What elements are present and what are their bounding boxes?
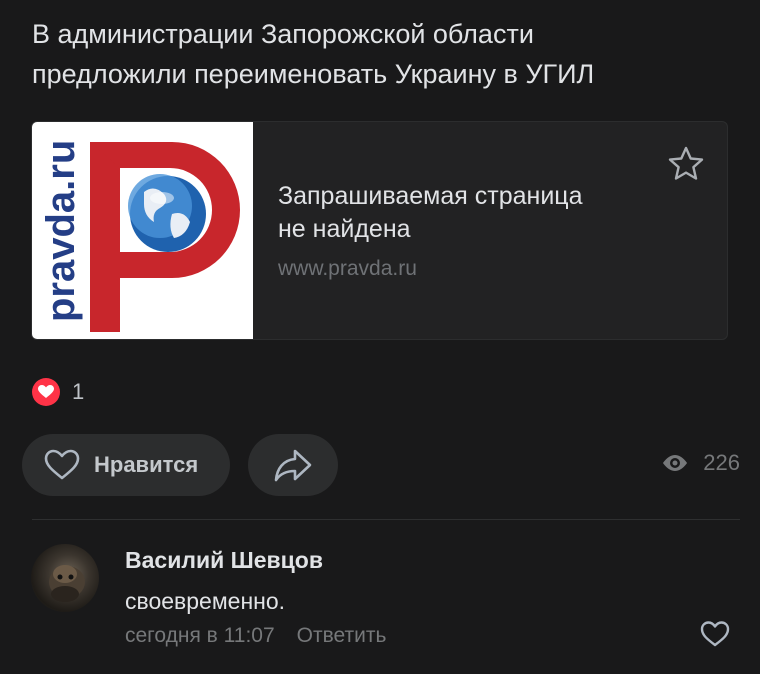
views-count: 226 xyxy=(703,450,740,475)
comment-author[interactable]: Василий Шевцов xyxy=(125,547,323,574)
eye-icon xyxy=(663,455,688,471)
post-text: В администрации Запорожской области пред… xyxy=(32,19,595,89)
views-counter: 226 xyxy=(661,450,740,476)
reply-button[interactable]: Ответить xyxy=(297,624,387,648)
comment-meta: сегодня в 11:07 Ответить xyxy=(125,624,386,648)
share-button[interactable] xyxy=(248,434,338,496)
heart-reaction-icon xyxy=(32,378,60,406)
logo-text: pravda.ru xyxy=(39,140,83,322)
avatar[interactable] xyxy=(31,544,99,612)
share-arrow-icon xyxy=(274,449,312,482)
star-icon[interactable] xyxy=(666,144,706,184)
pravda-logo: pravda.ru xyxy=(32,122,253,339)
divider xyxy=(32,519,740,520)
snippet-title[interactable]: Запрашиваемая страница не найдена xyxy=(278,180,658,246)
reactions-summary[interactable]: 1 xyxy=(32,378,84,406)
reaction-count: 1 xyxy=(72,379,85,404)
like-label: Нравится xyxy=(94,452,199,477)
comment-text: своевременно. xyxy=(125,588,286,614)
heart-outline-icon xyxy=(44,449,80,480)
like-button[interactable]: Нравится xyxy=(22,434,230,496)
snippet-domain: www.pravda.ru xyxy=(278,257,417,280)
comment-like-icon[interactable] xyxy=(700,620,730,653)
link-snippet[interactable]: pravda.ru Запрашиваемая страница не найд… xyxy=(31,121,728,340)
comment-time: сегодня в 11:07 xyxy=(125,624,275,647)
